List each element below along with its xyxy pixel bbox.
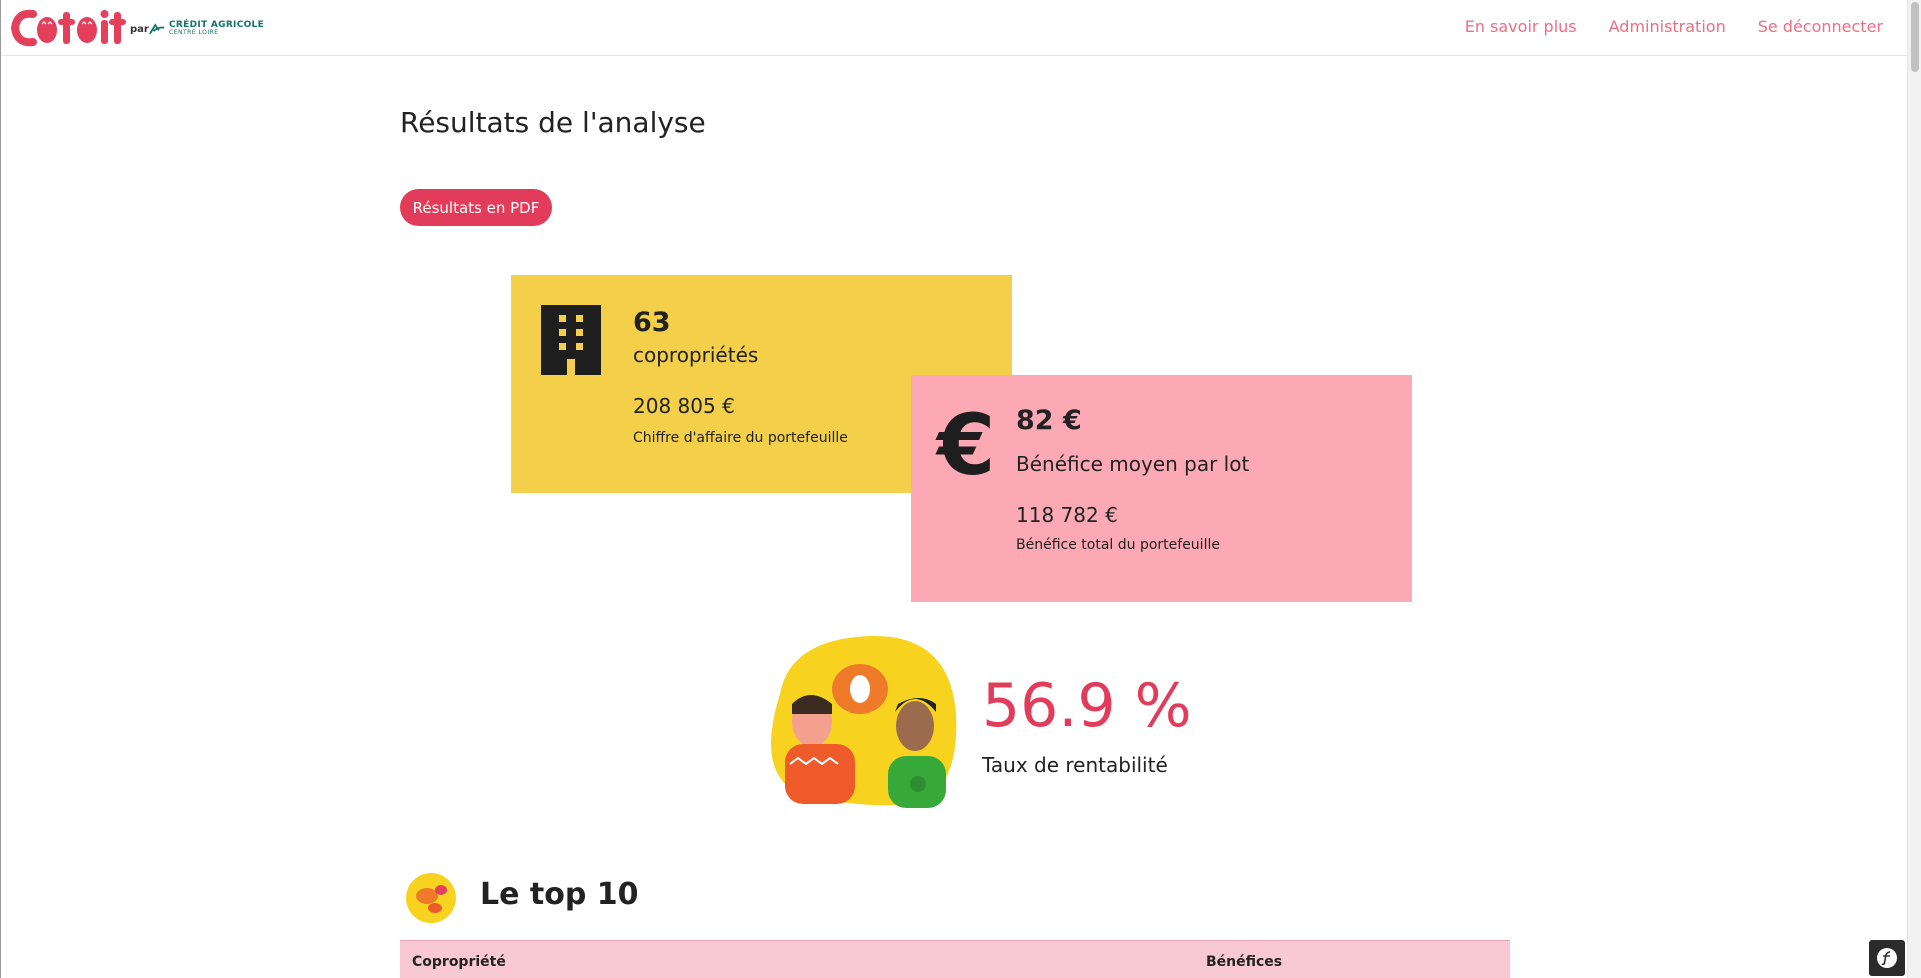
top10-table-header: Copropriété Bénéfices — [400, 940, 1510, 978]
cotoit-logo-icon — [10, 9, 126, 47]
discussion-illustration — [760, 634, 960, 813]
column-header-benefices[interactable]: Bénéfices — [1206, 954, 1282, 970]
top10-illustration-icon — [405, 872, 457, 928]
partner-logo: CRÉDIT AGRICOLE CENTRE LOIRE — [149, 21, 264, 36]
benefice-moyen-label: Bénéfice moyen par lot — [1016, 452, 1250, 476]
scrollbar-thumb[interactable] — [1911, 2, 1919, 72]
nav-link-en-savoir-plus[interactable]: En savoir plus — [1465, 17, 1577, 36]
chiffre-affaire-value: 208 805 € — [633, 394, 735, 418]
partner-subtitle: CENTRE LOIRE — [169, 29, 219, 36]
taux-rentabilite-label: Taux de rentabilité — [982, 753, 1168, 777]
coproprietes-count: 63 — [633, 307, 671, 338]
building-icon — [541, 305, 601, 379]
benefice-total-value: 118 782 € — [1016, 503, 1118, 527]
logo-par-text: par — [130, 24, 149, 35]
nav-link-se-deconnecter[interactable]: Se déconnecter — [1758, 17, 1883, 36]
benefice-total-label: Bénéfice total du portefeuille — [1016, 537, 1220, 553]
euro-icon: € — [937, 396, 996, 494]
column-header-copropriete[interactable]: Copropriété — [412, 954, 506, 970]
pdf-results-button[interactable]: Résultats en PDF — [400, 189, 552, 226]
benefice-card: € 82 € Bénéfice moyen par lot 118 782 € … — [911, 375, 1412, 602]
nav-link-administration[interactable]: Administration — [1609, 17, 1726, 36]
page-edge — [0, 0, 1, 978]
symfony-toolbar-toggle[interactable] — [1869, 940, 1905, 976]
cotoit-logo[interactable] — [9, 4, 127, 52]
navbar: par CRÉDIT AGRICOLE CENTRE LOIRE En savo… — [1, 0, 1907, 56]
vertical-scrollbar[interactable] — [1907, 0, 1921, 978]
chiffre-affaire-label: Chiffre d'affaire du portefeuille — [633, 430, 848, 446]
symfony-icon — [1877, 948, 1897, 968]
benefice-moyen-value: 82 € — [1016, 405, 1082, 436]
coproprietes-label: copropriétés — [633, 343, 759, 367]
top10-title: Le top 10 — [480, 877, 639, 912]
page-title: Résultats de l'analyse — [400, 106, 706, 139]
credit-agricole-icon — [149, 22, 165, 34]
nav-links: En savoir plus Administration Se déconne… — [1465, 17, 1883, 36]
taux-rentabilite-value: 56.9 % — [982, 671, 1192, 741]
